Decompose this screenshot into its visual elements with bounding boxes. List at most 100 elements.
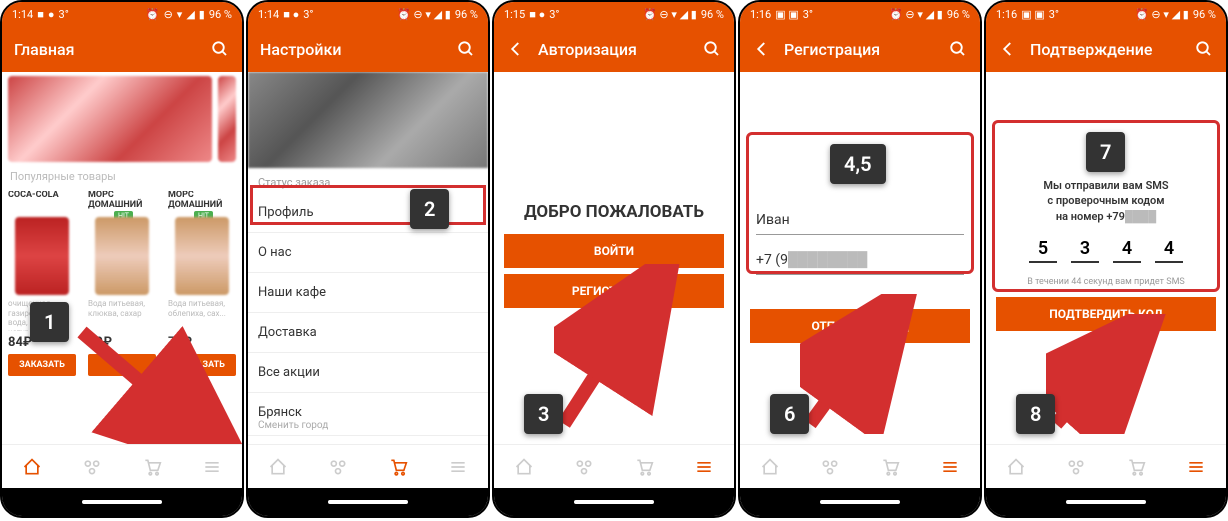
phone-screen-3: 1:15■ ●3° ⏰ ⊖ ▾ ◢ ▮96 % Авторизация ДОБР… (492, 0, 736, 518)
product-price: 79₽ (168, 335, 236, 350)
search-icon[interactable] (948, 39, 968, 59)
search-icon[interactable] (702, 39, 722, 59)
status-battery: 96 % (455, 8, 478, 21)
alarm-icon: ⏰ (146, 8, 160, 21)
code-digit: 5 (1029, 238, 1057, 263)
register-button[interactable]: РЕГИСТРАЦИЯ (504, 274, 724, 308)
back-icon[interactable] (506, 39, 526, 59)
product-name: COCA-COLA (8, 191, 76, 213)
phone-masked: ████████ (788, 251, 867, 268)
status-battery: 96 % (947, 8, 970, 21)
app-bar: Авторизация (494, 26, 734, 72)
code-digit: 3 (1071, 238, 1099, 263)
login-button[interactable]: ВОЙТИ (504, 234, 724, 268)
settings-item-cafes[interactable]: Наши кафе (248, 273, 488, 313)
settings-item-profile[interactable]: Профиль (248, 193, 488, 233)
page-title: Авторизация (538, 40, 722, 59)
order-button[interactable]: ЗАКАЗАТЬ (168, 354, 236, 376)
settings-section-label: Статус заказа (248, 168, 488, 193)
chat-icon: ■ (37, 8, 44, 21)
nav-home-icon[interactable] (21, 456, 43, 478)
annotation-badge: 1 (30, 302, 69, 342)
phone-input[interactable]: +7 (9████████ (756, 245, 964, 275)
nav-catalog-icon[interactable] (327, 456, 349, 478)
status-temp: 3° (303, 8, 313, 21)
nav-menu-icon[interactable] (693, 456, 715, 478)
order-button[interactable]: ЗАКАЗАТЬ (8, 354, 76, 376)
annotation-badge: 4,5 (830, 144, 886, 184)
nav-menu-icon[interactable] (1185, 456, 1207, 478)
page-title: Подтверждение (1030, 40, 1214, 59)
nav-cart-icon[interactable] (879, 456, 901, 478)
nav-cart-icon[interactable] (387, 456, 409, 478)
nav-menu-icon[interactable] (201, 456, 223, 478)
nav-menu-icon[interactable] (447, 456, 469, 478)
settings-banner (248, 72, 488, 168)
nav-home-icon[interactable] (267, 456, 289, 478)
status-time: 1:14 (258, 8, 279, 21)
banner-carousel[interactable] (2, 72, 242, 166)
search-icon[interactable] (1194, 39, 1214, 59)
nav-home-icon[interactable] (759, 456, 781, 478)
banner-image (218, 76, 236, 162)
send-code-button[interactable]: ОТПРАВИТЬ КОД (750, 309, 970, 343)
status-temp: 3° (549, 8, 559, 21)
welcome-title: ДОБРО ПОЖАЛОВАТЬ (494, 202, 734, 222)
name-input[interactable]: Иван (756, 206, 964, 235)
nav-catalog-icon[interactable] (1065, 456, 1087, 478)
status-temp: 3° (803, 8, 813, 21)
search-icon[interactable] (210, 39, 230, 59)
settings-item-delivery[interactable]: Доставка (248, 313, 488, 353)
nav-cart-icon[interactable] (1125, 456, 1147, 478)
page-title: Главная (14, 40, 230, 59)
nav-home-icon[interactable] (513, 456, 535, 478)
nav-home-icon[interactable] (1005, 456, 1027, 478)
phone-prefix: +7 (9 (756, 252, 788, 268)
nav-catalog-icon[interactable] (819, 456, 841, 478)
product-desc: Вода питьевая, клюква, сахар (88, 299, 156, 331)
nav-menu-icon[interactable] (939, 456, 961, 478)
dot-icon: ● (48, 8, 55, 21)
product-card[interactable]: МОРС ДОМАШНИЙ HIT Вода питьевая, облепих… (164, 187, 240, 380)
status-bar: 1:14 ■ ● 3° ⏰ ⊖ ▾ ◢ ▮ 96 % (2, 2, 242, 26)
product-card[interactable]: COCA-COLA очищенная газированная вода, с… (4, 187, 80, 380)
banner-image (8, 76, 212, 162)
confirm-code-button[interactable]: ПОДТВЕРДИТЬ КОД (996, 297, 1216, 331)
product-image (175, 217, 229, 295)
section-header: Популярные товары (2, 166, 242, 187)
battery-icon: ▮ (199, 8, 205, 21)
code-input[interactable]: 5 3 4 4 (986, 238, 1226, 263)
settings-item-about[interactable]: О нас (248, 233, 488, 273)
nav-cart-icon[interactable] (633, 456, 655, 478)
annotation-badge: 3 (524, 394, 563, 434)
status-battery: 96 % (209, 8, 232, 21)
status-temp: 3° (1049, 8, 1059, 21)
status-time: 1:15 (504, 8, 525, 21)
product-desc: Вода питьевая, облепиха, сах... (168, 299, 236, 331)
search-icon[interactable] (456, 39, 476, 59)
code-digit: 4 (1113, 238, 1141, 263)
nav-cart-icon[interactable] (141, 456, 163, 478)
city-name: Брянск (258, 405, 478, 420)
settings-item-city[interactable]: Брянск Сменить город (248, 393, 488, 436)
back-icon[interactable] (998, 39, 1018, 59)
nav-catalog-icon[interactable] (573, 456, 595, 478)
bottom-nav (494, 444, 734, 488)
back-icon[interactable] (752, 39, 772, 59)
android-nav-bar (740, 488, 980, 516)
signal-icon: ◢ (186, 8, 194, 21)
annotation-badge: 2 (410, 189, 449, 229)
app-bar: Главная (2, 26, 242, 72)
page-title: Настройки (260, 40, 476, 59)
annotation-badge: 6 (770, 394, 809, 434)
android-nav-bar (494, 488, 734, 516)
status-battery: 96 % (1193, 8, 1216, 21)
order-button[interactable]: ЗА (88, 354, 156, 376)
settings-item-promos[interactable]: Все акции (248, 353, 488, 393)
nav-catalog-icon[interactable] (81, 456, 103, 478)
status-bar: 1:15■ ●3° ⏰ ⊖ ▾ ◢ ▮96 % (494, 2, 734, 26)
phone-masked: ████ (1125, 209, 1156, 224)
product-card[interactable]: МОРС ДОМАШНИЙ HIT Вода питьевая, клюква,… (84, 187, 160, 380)
phone-screen-1: 1:14 ■ ● 3° ⏰ ⊖ ▾ ◢ ▮ 96 % Главная Попул… (0, 0, 244, 518)
wifi-icon: ▾ (177, 8, 183, 21)
